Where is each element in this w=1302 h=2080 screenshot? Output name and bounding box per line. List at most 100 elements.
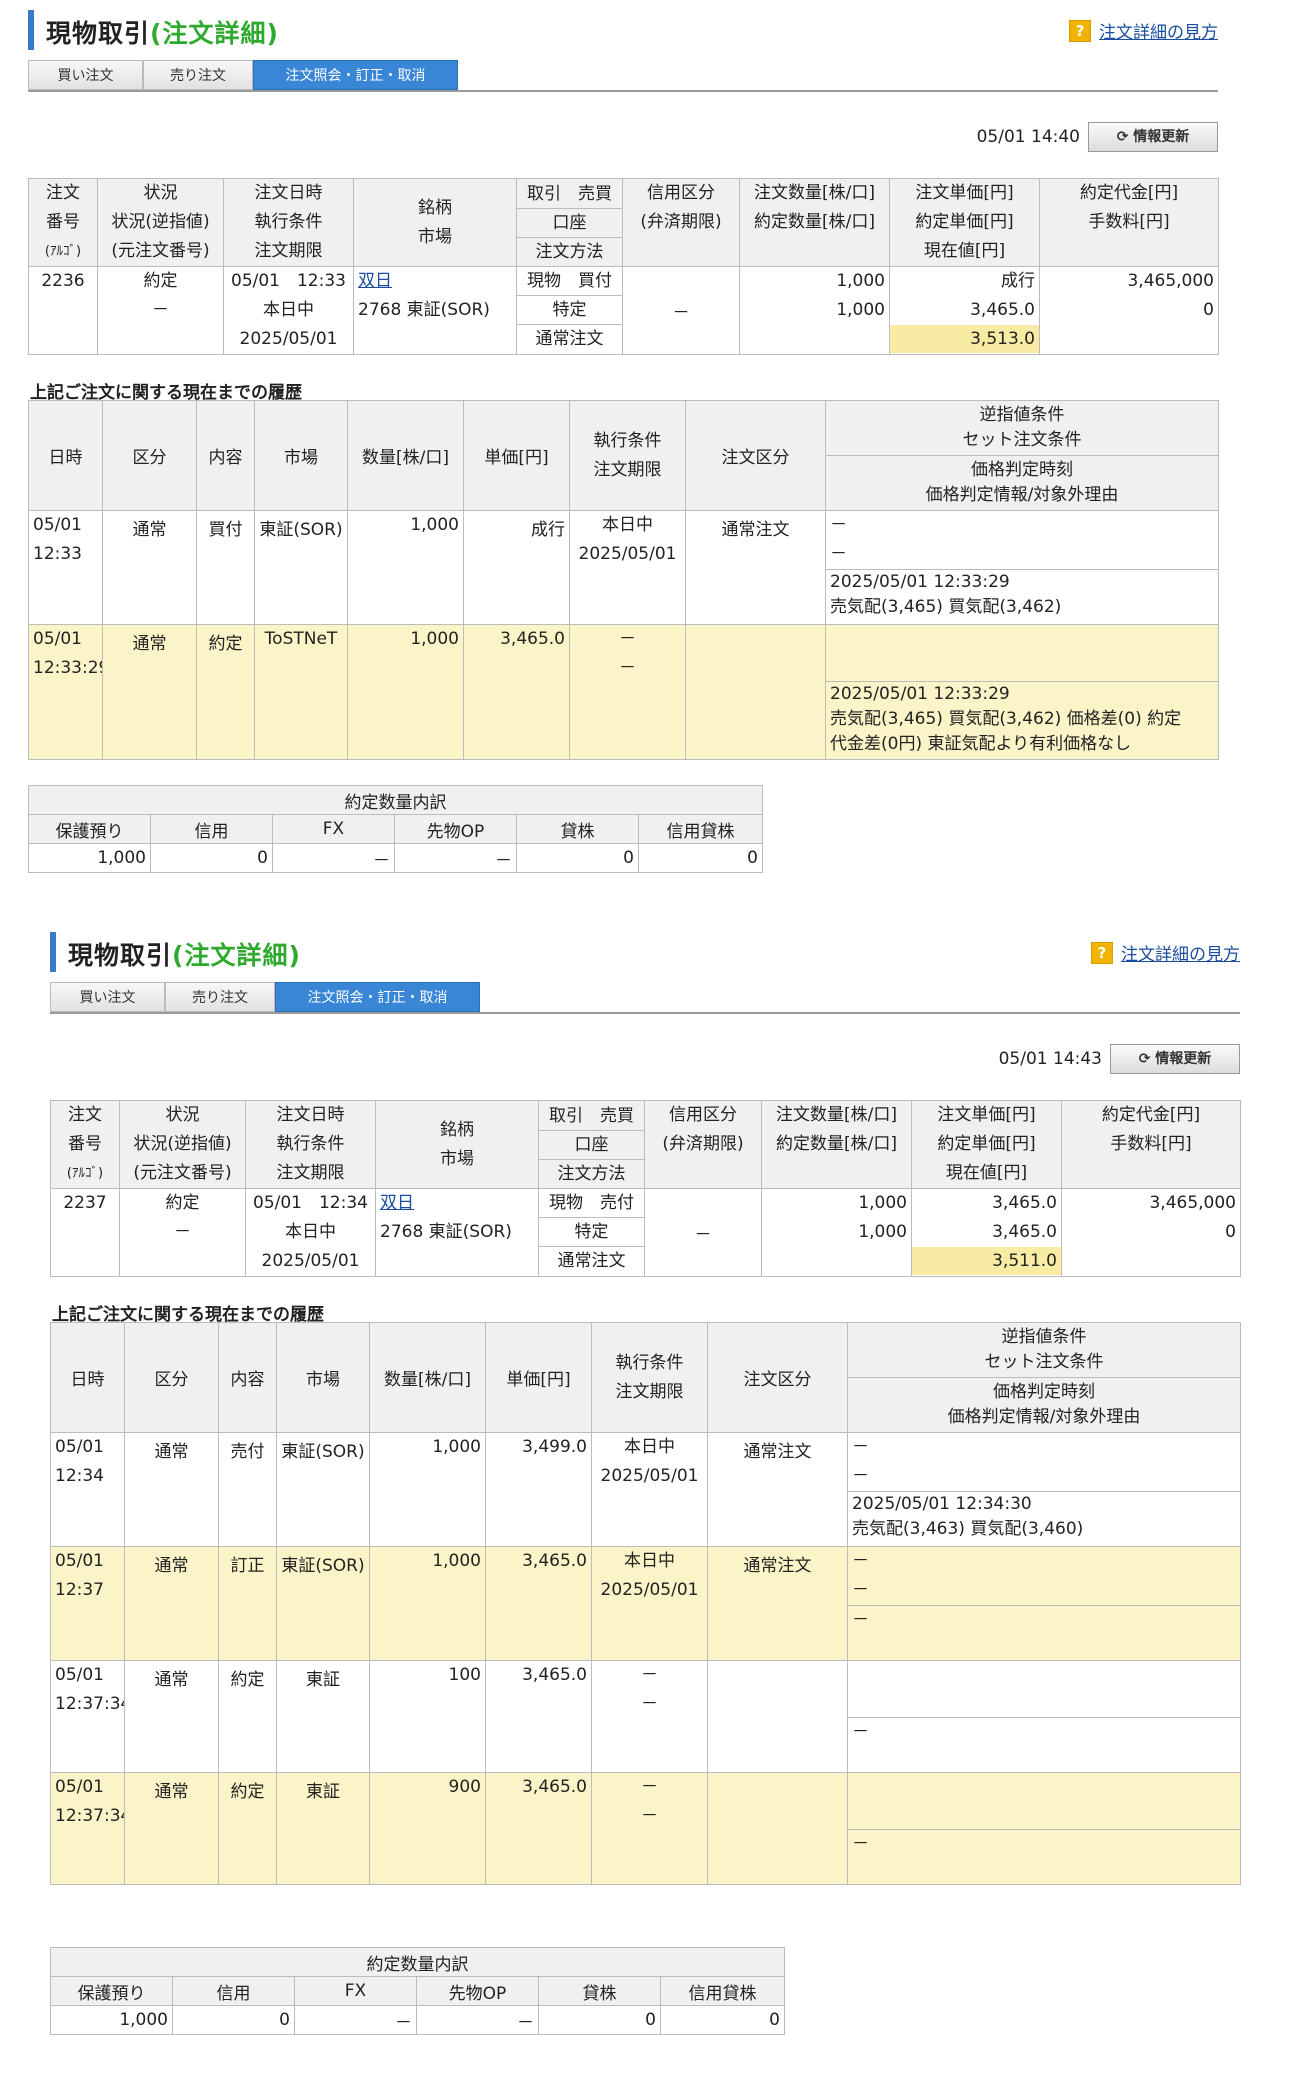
order-detail-panel-2: 現物取引(注文詳細) ? 注文詳細の見方 買い注文 売り注文 注文照会・訂正・取消…: [50, 932, 1241, 2062]
history-order-kind: [707, 1660, 848, 1773]
history-content: 約定: [218, 1660, 277, 1773]
history-market: 東証(SOR): [254, 510, 348, 625]
history-market: 東証: [276, 1772, 370, 1885]
order-price: 3,465.0 3,465.0 3,511.0: [911, 1188, 1062, 1277]
help-link[interactable]: ? 注文詳細の見方: [1069, 18, 1218, 43]
current-price: 3,513.0: [890, 325, 1039, 353]
breakdown-table: 約定数量内訳 保護預り 信用 FX 先物OP 貸株 信用貸株 1,000 0 －…: [50, 1947, 785, 2035]
history-market: 東証: [276, 1660, 370, 1773]
help-icon: ?: [1069, 19, 1091, 42]
refresh-button[interactable]: ⟳ 情報更新: [1110, 1044, 1240, 1074]
history-content: 訂正: [218, 1546, 277, 1661]
order-stock: 双日 2768 東証(SOR): [353, 266, 517, 355]
history-exec: 本日中 2025/05/01: [569, 510, 686, 625]
col-order-kind: 注文区分: [685, 400, 826, 511]
history-stop: －－: [847, 1432, 1241, 1492]
page-title: 現物取引(注文詳細): [68, 941, 301, 970]
help-link[interactable]: ? 注文詳細の見方: [1091, 940, 1240, 965]
history-table: 日時 区分 内容 市場 数量[株/口] 単価[円] 執行条件 注文期限 注文区分 …: [28, 400, 1219, 760]
order-time: 05/01 12:33 本日中 2025/05/01: [223, 266, 354, 355]
help-link-text[interactable]: 注文詳細の見方: [1121, 945, 1240, 965]
breakdown-col: 信用: [172, 1976, 295, 2006]
order-credit: －: [644, 1188, 762, 1277]
breakdown-table: 約定数量内訳 保護預り 信用 FX 先物OP 貸株 信用貸株 1,000 0 －…: [28, 785, 763, 873]
refresh-time: 05/01 14:43: [998, 1049, 1102, 1069]
refresh-button[interactable]: ⟳ 情報更新: [1088, 122, 1218, 152]
history-row: 05/01 12:33 通常 買付 東証(SOR) 1,000 成行 本日中 202…: [28, 510, 1219, 625]
history-kind: 通常: [102, 624, 197, 760]
history-order-kind: [685, 624, 826, 760]
col-exec: 執行条件 注文期限: [569, 400, 686, 511]
order-amount: 3,465,000 0: [1039, 266, 1219, 355]
col-order-time: 注文日時 執行条件 注文期限: [223, 178, 354, 267]
history-qty: 1,000: [347, 510, 464, 625]
history-price: 3,499.0: [485, 1432, 592, 1547]
tab-buy-order[interactable]: 買い注文: [50, 982, 165, 1012]
col-price: 注文単価[円] 約定単価[円] 現在値[円]: [889, 178, 1040, 267]
history-price: 成行: [463, 510, 570, 625]
breakdown-header-row: 保護預り 信用 FX 先物OP 貸株 信用貸株: [50, 1976, 785, 2006]
col-content: 内容: [218, 1322, 277, 1433]
tab-sell-order[interactable]: 売り注文: [165, 982, 275, 1012]
col-exec: 執行条件 注文期限: [591, 1322, 708, 1433]
col-credit: 信用区分 (弁済期限): [644, 1100, 762, 1189]
history-exec: －－: [591, 1772, 708, 1885]
stock-name-link[interactable]: 双日: [358, 268, 512, 297]
history-stop: [847, 1772, 1241, 1830]
tab-order-inquiry[interactable]: 注文照会・訂正・取消: [253, 60, 458, 90]
history-qty: 900: [369, 1772, 486, 1885]
breakdown-value-row: 1,000 0 － － 0 0: [28, 843, 763, 873]
history-price: 3,465.0: [463, 624, 570, 760]
stock-name-link[interactable]: 双日: [380, 1190, 534, 1219]
history-order-kind: [707, 1772, 848, 1885]
order-status: 約定－: [119, 1188, 246, 1277]
history-exec: －－: [591, 1660, 708, 1773]
order-qty: 1,000 1,000: [761, 1188, 912, 1277]
help-link-text[interactable]: 注文詳細の見方: [1099, 23, 1218, 43]
col-content: 内容: [196, 400, 255, 511]
history-kind: 通常: [124, 1660, 219, 1773]
page-header: 現物取引(注文詳細) ? 注文詳細の見方: [28, 10, 1228, 50]
history-date: 05/01 12:37:34: [50, 1660, 125, 1773]
col-trade: 取引 売買 口座 注文方法: [516, 178, 623, 267]
breakdown-col: 貸株: [516, 814, 639, 844]
order-header-row: 注文 番号 (ｱﾙｺﾞ) 状況 状況(逆指値) (元注文番号) 注文日時 執行条件 注文期限…: [28, 178, 1219, 267]
tab-sell-order[interactable]: 売り注文: [143, 60, 253, 90]
breakdown-col: FX: [272, 814, 395, 844]
history-kind: 通常: [124, 1772, 219, 1885]
history-order-kind: 通常注文: [685, 510, 826, 625]
breakdown-value: 0: [150, 843, 273, 873]
col-trade: 取引 売買 口座 注文方法: [538, 1100, 645, 1189]
tab-bar: 買い注文 売り注文 注文照会・訂正・取消: [50, 982, 1240, 1014]
history-judge: 2025/05/01 12:34:30 売気配(3,463) 買気配(3,460): [847, 1491, 1241, 1547]
col-status: 状況 状況(逆指値) (元注文番号): [97, 178, 224, 267]
history-stop: [847, 1660, 1241, 1718]
refresh-time: 05/01 14:40: [976, 127, 1080, 147]
col-amount: 約定代金[円] 手数料[円]: [1061, 1100, 1241, 1189]
history-exec: 本日中 2025/05/01: [591, 1546, 708, 1661]
history-row: 05/01 12:37:34 通常 約定 東証 100 3,465.0 －－: [50, 1660, 1241, 1773]
history-kind: 通常: [102, 510, 197, 625]
tab-order-inquiry[interactable]: 注文照会・訂正・取消: [275, 982, 480, 1012]
refresh-label: 情報更新: [1155, 1051, 1212, 1067]
refresh-row: 05/01 14:43 ⟳ 情報更新: [999, 1044, 1240, 1074]
history-stop: [825, 624, 1219, 682]
order-row: 2237 約定－ 05/01 12:34 本日中 2025/05/01 双日 2768…: [50, 1188, 1241, 1277]
col-order-time: 注文日時 執行条件 注文期限: [245, 1100, 376, 1189]
history-header-row: 日時 区分 内容 市場 数量[株/口] 単価[円] 執行条件 注文期限 注文区分 …: [50, 1322, 1241, 1433]
order-qty: 1,000 1,000: [739, 266, 890, 355]
tab-bar: 買い注文 売り注文 注文照会・訂正・取消: [28, 60, 1218, 92]
order-table: 注文 番号 (ｱﾙｺﾞ) 状況 状況(逆指値) (元注文番号) 注文日時 執行条件 注文期限…: [28, 178, 1219, 355]
breakdown-col: 保護預り: [28, 814, 151, 844]
tab-buy-order[interactable]: 買い注文: [28, 60, 143, 90]
history-exec: 本日中 2025/05/01: [591, 1432, 708, 1547]
col-credit: 信用区分 (弁済期限): [622, 178, 740, 267]
current-price: 3,511.0: [912, 1247, 1061, 1275]
col-kind: 区分: [102, 400, 197, 511]
breakdown-value: －: [272, 843, 395, 873]
history-date: 05/01 12:33:29: [28, 624, 103, 760]
history-market: 東証(SOR): [276, 1432, 370, 1547]
col-amount: 約定代金[円] 手数料[円]: [1039, 178, 1219, 267]
history-row: 05/01 12:37:34 通常 約定 東証 900 3,465.0 －－: [50, 1772, 1241, 1885]
col-stop: 逆指値条件 セット注文条件: [847, 1322, 1241, 1378]
